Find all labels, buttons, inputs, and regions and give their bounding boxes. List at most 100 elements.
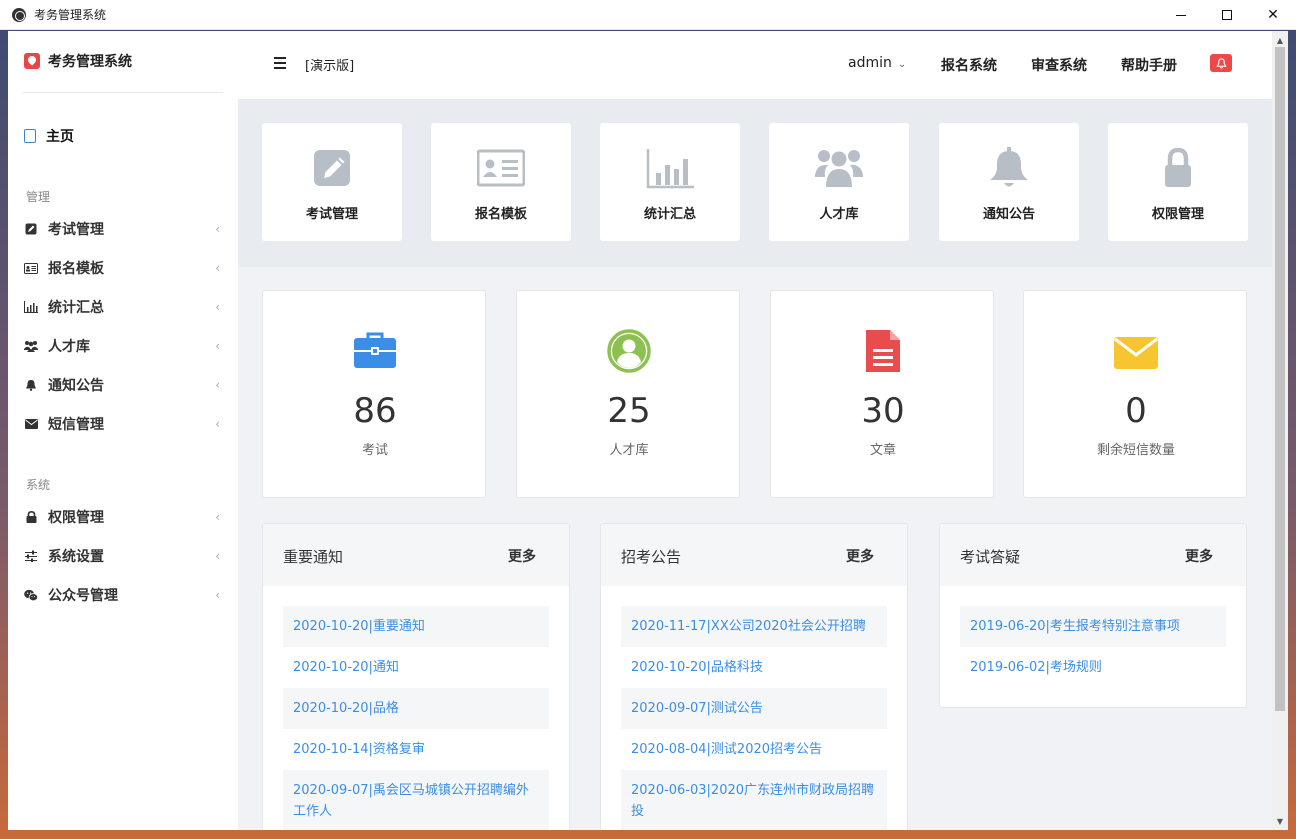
maximize-icon	[1222, 10, 1232, 20]
app-window: 考务管理系统 ✕ 考务管理系统 主页 管理 考试管理 ‹ 报名模板 ‹ 统计汇总…	[0, 0, 1296, 839]
news-item[interactable]: 2020-09-07|禹会区马城镇公开招聘编外工作人	[283, 770, 549, 830]
news-item[interactable]: 2020-10-20|重要通知	[283, 606, 549, 647]
quick-access-area: 考试管理 报名模板 统计汇总 人才库 通知公告 权限管理	[238, 99, 1272, 267]
sidebar-item-label: 考试管理	[48, 222, 104, 238]
panel-header: 重要通知 更多	[263, 524, 569, 586]
more-link[interactable]: 更多	[1185, 546, 1213, 566]
stat-value: 30	[861, 391, 905, 431]
top-bar: [演示版] admin ⌄ 报名系统 审查系统 帮助手册	[238, 31, 1272, 99]
quick-card-permission[interactable]: 权限管理	[1108, 123, 1248, 241]
nav-link-help[interactable]: 帮助手册	[1121, 55, 1177, 75]
close-button[interactable]: ✕	[1250, 0, 1296, 30]
sidebar-item-exam[interactable]: 考试管理 ‹	[24, 214, 220, 244]
chevron-left-icon: ‹	[215, 222, 220, 236]
window-title: 考务管理系统	[34, 8, 107, 22]
sidebar-item-talent[interactable]: 人才库 ‹	[24, 331, 220, 361]
chevron-left-icon: ‹	[215, 549, 220, 563]
quick-card-label: 通知公告	[982, 207, 1035, 222]
more-link[interactable]: 更多	[508, 546, 536, 566]
scrollbar-thumb[interactable]	[1275, 47, 1285, 711]
news-item[interactable]: 2019-06-02|考场规则	[960, 647, 1226, 688]
quick-card-template[interactable]: 报名模板	[431, 123, 571, 241]
brand-name: 考务管理系统	[48, 54, 132, 70]
quick-card-label: 报名模板	[474, 207, 527, 222]
user-menu[interactable]: admin ⌄	[848, 55, 906, 71]
sidebar-item-permission[interactable]: 权限管理 ‹	[24, 502, 220, 532]
news-item[interactable]: 2020-09-07|测试公告	[621, 688, 887, 729]
edit-icon	[314, 150, 350, 186]
nav-link-signup[interactable]: 报名系统	[941, 55, 997, 75]
menu-toggle-icon[interactable]	[274, 57, 286, 69]
sidebar-item-template[interactable]: 报名模板 ‹	[24, 253, 220, 283]
chevron-left-icon: ‹	[215, 300, 220, 314]
stat-card-exams[interactable]: 86 考试	[262, 290, 486, 498]
nav-link-review[interactable]: 审查系统	[1031, 55, 1087, 75]
wechat-icon	[24, 589, 38, 601]
sliders-icon	[24, 550, 38, 562]
panel-header: 招考公告 更多	[601, 524, 907, 586]
id-card-icon	[24, 262, 38, 274]
news-item[interactable]: 2020-10-20|品格	[283, 688, 549, 729]
news-item[interactable]: 2020-08-04|测试2020招考公告	[621, 729, 887, 770]
news-list: 2020-11-17|XX公司2020社会公开招聘 2020-10-20|品格科…	[601, 586, 907, 830]
chevron-left-icon: ‹	[215, 588, 220, 602]
news-item[interactable]: 2020-06-03|2020广东连州市财政局招聘投	[621, 770, 887, 830]
panel-title: 招考公告	[621, 548, 682, 566]
sidebar-item-label: 统计汇总	[48, 300, 104, 316]
quick-card-label: 统计汇总	[643, 207, 696, 222]
stat-value: 0	[1125, 391, 1147, 431]
maximize-button[interactable]	[1204, 0, 1250, 30]
section-label-manage: 管理	[26, 190, 51, 204]
sidebar-item-settings[interactable]: 系统设置 ‹	[24, 541, 220, 571]
panel-title: 考试答疑	[960, 548, 1021, 566]
chevron-left-icon: ‹	[215, 261, 220, 275]
stat-card-sms[interactable]: 0 剩余短信数量	[1023, 290, 1247, 498]
close-icon: ✕	[1267, 7, 1279, 23]
news-item[interactable]: 2020-10-20|通知	[283, 647, 549, 688]
quick-card-label: 权限管理	[1151, 207, 1204, 222]
news-item[interactable]: 2020-10-20|品格科技	[621, 647, 887, 688]
envelope-icon	[1114, 337, 1158, 369]
edit-icon	[24, 223, 38, 235]
stat-card-talent[interactable]: 25 人才库	[516, 290, 740, 498]
more-link[interactable]: 更多	[846, 546, 874, 566]
sidebar-item-label: 主页	[46, 129, 74, 145]
quick-card-stats[interactable]: 统计汇总	[600, 123, 740, 241]
notification-button[interactable]	[1210, 54, 1232, 72]
briefcase-icon	[354, 332, 396, 368]
minimize-button[interactable]	[1158, 0, 1204, 30]
username: admin	[848, 55, 892, 71]
sidebar-item-label: 权限管理	[48, 510, 104, 526]
scroll-down-icon[interactable]: ▼	[1272, 814, 1288, 828]
quick-card-talent[interactable]: 人才库	[769, 123, 909, 241]
news-item[interactable]: 2019-06-20|考生报考特别注意事项	[960, 606, 1226, 647]
quick-card-notice[interactable]: 通知公告	[939, 123, 1079, 241]
panel-title: 重要通知	[283, 548, 344, 566]
stat-card-articles[interactable]: 30 文章	[770, 290, 994, 498]
id-card-icon	[477, 149, 525, 187]
sidebar-item-label: 公众号管理	[48, 588, 118, 604]
sidebar-item-label: 短信管理	[48, 417, 104, 433]
brand[interactable]: 考务管理系统	[24, 51, 132, 71]
scroll-up-icon[interactable]: ▲	[1272, 33, 1288, 47]
sidebar-item-sms[interactable]: 短信管理 ‹	[24, 409, 220, 439]
sidebar-item-home[interactable]: 主页	[24, 126, 74, 146]
sidebar-item-wechat[interactable]: 公众号管理 ‹	[24, 580, 220, 610]
panel-exam-faq: 考试答疑 更多 2019-06-20|考生报考特别注意事项 2019-06-02…	[939, 523, 1247, 708]
sidebar-item-notice[interactable]: 通知公告 ‹	[24, 370, 220, 400]
news-list: 2019-06-20|考生报考特别注意事项 2019-06-02|考场规则	[940, 586, 1246, 688]
user-circle-icon	[607, 329, 651, 373]
stat-value: 25	[607, 391, 651, 431]
quick-card-exam[interactable]: 考试管理	[262, 123, 402, 241]
sidebar-item-stats[interactable]: 统计汇总 ‹	[24, 292, 220, 322]
quick-card-label: 人才库	[819, 207, 859, 222]
news-item[interactable]: 2020-11-17|XX公司2020社会公开招聘	[621, 606, 887, 647]
demo-label: [演示版]	[305, 59, 355, 74]
lock-icon	[1165, 147, 1191, 187]
chevron-left-icon: ‹	[215, 378, 220, 392]
envelope-icon	[24, 418, 38, 430]
sidebar-item-label: 人才库	[48, 339, 90, 355]
chevron-left-icon: ‹	[215, 339, 220, 353]
news-item[interactable]: 2020-10-14|资格复审	[283, 729, 549, 770]
panel-important-notice: 重要通知 更多 2020-10-20|重要通知 2020-10-20|通知 20…	[262, 523, 570, 830]
